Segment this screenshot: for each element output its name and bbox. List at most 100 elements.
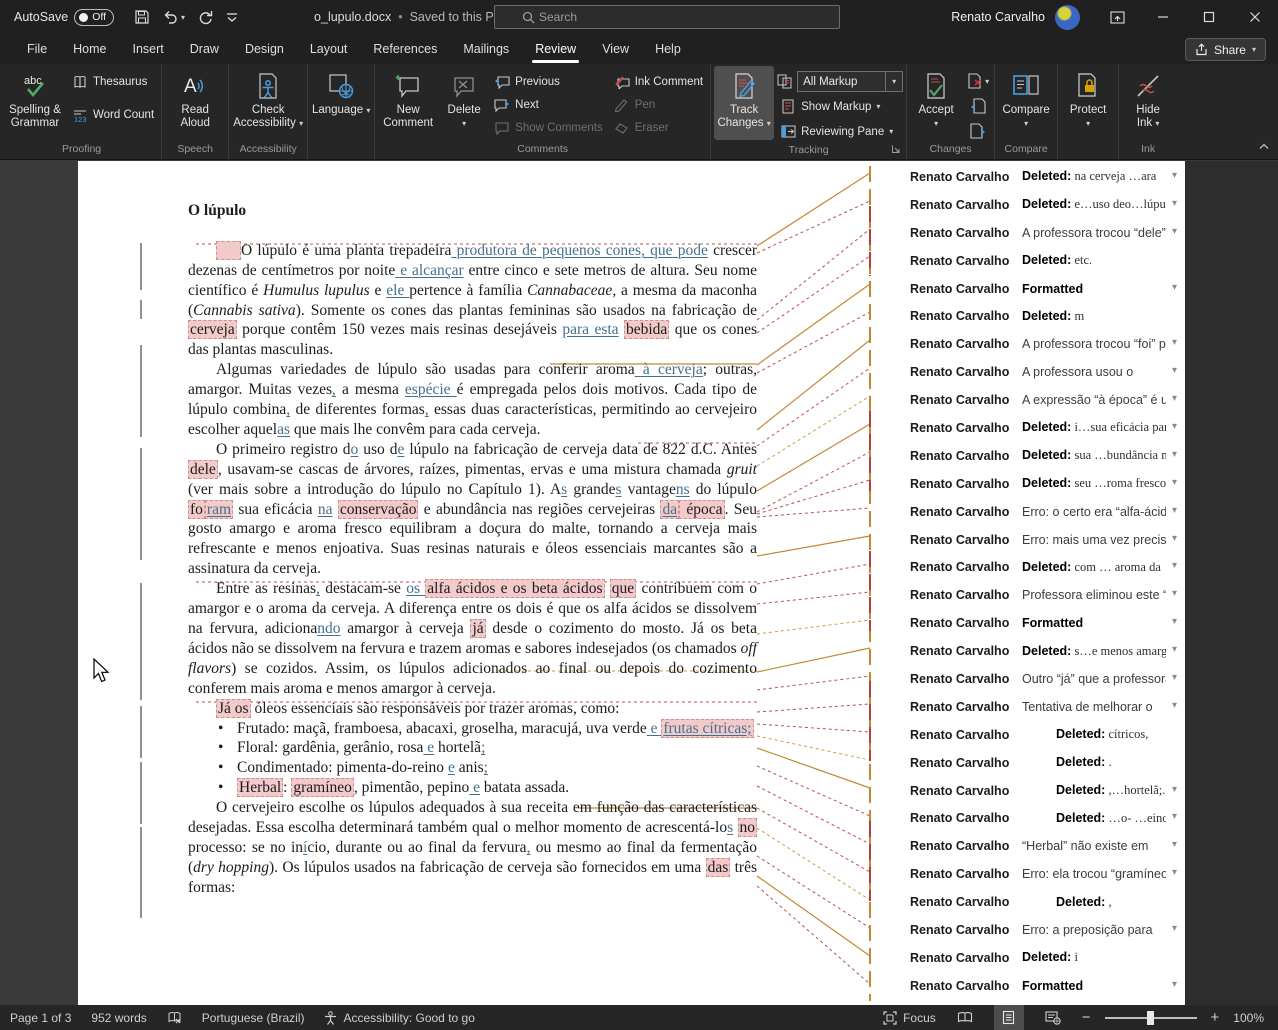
revision-entry[interactable]: Renato CarvalhoErro: mais uma vez precis… [910, 526, 1185, 554]
inserted-text[interactable]: ; [481, 739, 485, 756]
document-bullet[interactable]: Frutado: maçã, framboesa, abacaxi, grose… [188, 719, 757, 739]
text-segment[interactable]: pertence à família [409, 282, 527, 299]
zoom-out-button[interactable]: − [1082, 1009, 1091, 1026]
deleted-text-highlight[interactable]: das [706, 858, 731, 877]
revision-dropdown-icon[interactable]: ▾ [1172, 701, 1177, 711]
accessibility-status[interactable]: Accessibility: Good to go [324, 1011, 474, 1025]
deleted-text-highlight[interactable]: Já os [216, 699, 251, 718]
revision-entry[interactable]: Renato CarvalhoA professora trocou “dele… [910, 219, 1185, 247]
tab-file[interactable]: File [14, 34, 60, 64]
share-button[interactable]: Share ▾ [1185, 38, 1266, 61]
text-segment[interactable]: do lúpulo [690, 481, 757, 498]
document-bullet[interactable]: Condimentado: pimenta-do-reino e anis; [188, 758, 757, 778]
revision-dropdown-icon[interactable]: ▾ [1172, 840, 1177, 850]
ribbon-display-options-icon[interactable] [1094, 0, 1140, 34]
text-segment[interactable]: amargor à cerveja [341, 620, 471, 637]
zoom-slider[interactable] [1105, 1017, 1197, 1019]
text-segment[interactable]: cio, durante ou ao final da fervura [307, 839, 526, 856]
revision-dropdown-icon[interactable]: ▾ [1172, 785, 1177, 795]
text-segment[interactable]: O cervejeiro escolhe os lúpulos adequado… [188, 799, 757, 836]
previous-change-button[interactable] [965, 95, 991, 117]
zoom-in-button[interactable]: + [1211, 1009, 1220, 1026]
document-bullet[interactable]: Floral: gardênia, gerânio, rosa e hortel… [188, 738, 757, 758]
tab-insert[interactable]: Insert [120, 34, 177, 64]
text-segment[interactable]: O primeiro registro d [216, 441, 351, 458]
revision-dropdown-icon[interactable]: ▾ [1172, 199, 1177, 209]
revision-entry[interactable]: Renato CarvalhoDeleted: i…sua eficácia p… [910, 414, 1185, 442]
revision-entry[interactable]: Renato CarvalhoFormatted▾ [910, 972, 1185, 1000]
revision-dropdown-icon[interactable]: ▾ [1172, 589, 1177, 599]
customize-quick-access-icon[interactable] [226, 10, 238, 24]
revision-entry[interactable]: Renato CarvalhoDeleted: …o- …eino,…e▾ [910, 804, 1185, 832]
deleted-text-highlight[interactable]: conservação [338, 500, 419, 519]
reviewing-pane-button[interactable]: Reviewing Pane ▾ [777, 120, 903, 143]
text-segment[interactable] [733, 819, 737, 836]
deleted-text-highlight[interactable]: fo [188, 500, 205, 519]
revision-dropdown-icon[interactable]: ▾ [1172, 422, 1177, 432]
text-segment[interactable] [605, 580, 610, 597]
text-segment[interactable]: de diferentes formas [290, 401, 425, 418]
text-segment[interactable]: uso d [358, 441, 397, 458]
text-segment[interactable]: e [370, 282, 387, 299]
undo-icon[interactable]: ▾ [162, 9, 185, 25]
text-segment[interactable]: dry hopping [193, 859, 269, 876]
text-segment[interactable]: e abundância nas regiões cervejeiras [418, 501, 660, 518]
autosave-switch[interactable]: Off [74, 9, 114, 26]
previous-comment-button[interactable]: Previous [490, 70, 607, 93]
text-segment[interactable]: a mesma [336, 381, 405, 398]
revision-dropdown-icon[interactable]: ▾ [1172, 478, 1177, 488]
inserted-text[interactable]: e alcançar [395, 262, 463, 279]
text-segment[interactable]: , usavam-se cascas de árvores, raízes, p… [218, 461, 727, 478]
ink-comment-button[interactable]: Ink Comment [610, 70, 707, 93]
text-segment[interactable]: Cannabis sativa [193, 302, 296, 319]
text-segment[interactable]: gruit [727, 461, 757, 478]
document-page[interactable]: O lúpulo O lúpulo é uma planta trepadeir… [78, 161, 1185, 1005]
revision-entry[interactable]: Renato CarvalhoDeleted: e…uso deo…lúpulo… [910, 191, 1185, 219]
inserted-text[interactable]: na [318, 501, 333, 518]
revision-dropdown-icon[interactable]: ▾ [1172, 980, 1177, 990]
revision-entry[interactable]: Renato CarvalhoDeleted: seu …roma fresco… [910, 470, 1185, 498]
text-segment[interactable]: anis [455, 759, 484, 776]
deleted-text-highlight[interactable]: ram [205, 500, 233, 519]
text-segment[interactable]: batata assada. [480, 779, 569, 796]
track-changes-button[interactable]: Track Changes ▾ [714, 66, 774, 140]
revision-dropdown-icon[interactable]: ▾ [1172, 227, 1177, 237]
text-segment[interactable]: Humulus lupulus [263, 282, 370, 299]
text-segment[interactable]: Entre as resinas [216, 580, 316, 597]
show-markup-button[interactable]: Show Markup ▾ [777, 95, 903, 118]
tab-draw[interactable]: Draw [177, 34, 232, 64]
deleted-text-highlight[interactable]: da [660, 500, 679, 519]
tab-help[interactable]: Help [642, 34, 694, 64]
revision-entry[interactable]: Renato CarvalhoDeleted: etc. [910, 247, 1185, 275]
revision-entry[interactable]: Renato CarvalhoA professora usou o▾ [910, 358, 1185, 386]
revision-entry[interactable]: Renato CarvalhoProfessora eliminou este … [910, 581, 1185, 609]
revision-entry[interactable]: Renato CarvalhoDeleted: . [910, 749, 1185, 777]
text-segment[interactable]: ). Os lúpulos usados na fabricação de ce… [269, 859, 706, 876]
revision-entry[interactable]: Renato CarvalhoErro: o certo era “alfa-á… [910, 498, 1185, 526]
text-segment[interactable]: (ver mais sobre a introdução do lúpulo n… [188, 481, 561, 498]
revision-entry[interactable]: Renato CarvalhoDeleted: com … aroma da▾ [910, 553, 1185, 581]
inserted-text[interactable]: espécie [405, 381, 457, 398]
inserted-text[interactable]: ; [484, 759, 488, 776]
document-para[interactable]: Entre as resinas, destacam-se os alfa ác… [188, 579, 757, 698]
deleted-text-highlight[interactable]: bebida [624, 320, 669, 339]
deleted-text-highlight[interactable]: época [679, 500, 724, 519]
text-segment[interactable]: processo: se no in [188, 839, 303, 856]
tab-design[interactable]: Design [232, 34, 297, 64]
all-markup-select[interactable]: All Markup ▾ [797, 71, 903, 92]
revision-entry[interactable]: Renato CarvalhoFormatted▾ [910, 609, 1185, 637]
next-change-button[interactable] [965, 120, 991, 142]
text-segment[interactable]: óleos essenciais são responsáveis por tr… [251, 700, 620, 717]
avatar[interactable] [1055, 5, 1080, 30]
close-button[interactable] [1232, 0, 1278, 34]
revision-dropdown-icon[interactable]: ▾ [1172, 506, 1177, 516]
focus-button[interactable]: Focus [883, 1011, 936, 1025]
revision-dropdown-icon[interactable]: ▾ [1172, 534, 1177, 544]
deleted-text-highlight[interactable]: frutas cítricas; [661, 719, 753, 738]
word-count-button[interactable]: 123 Word Count [68, 103, 158, 126]
inserted-text[interactable]: e [469, 779, 480, 796]
text-segment[interactable]: lúpulo na fabricação de cerveja data de … [404, 441, 757, 458]
document-title-bar[interactable]: o_lupulo.docx • Saved to this PC ▾ [314, 10, 514, 24]
maximize-button[interactable] [1186, 0, 1232, 34]
revision-entry[interactable]: Renato CarvalhoErro: a preposição para▾ [910, 916, 1185, 944]
